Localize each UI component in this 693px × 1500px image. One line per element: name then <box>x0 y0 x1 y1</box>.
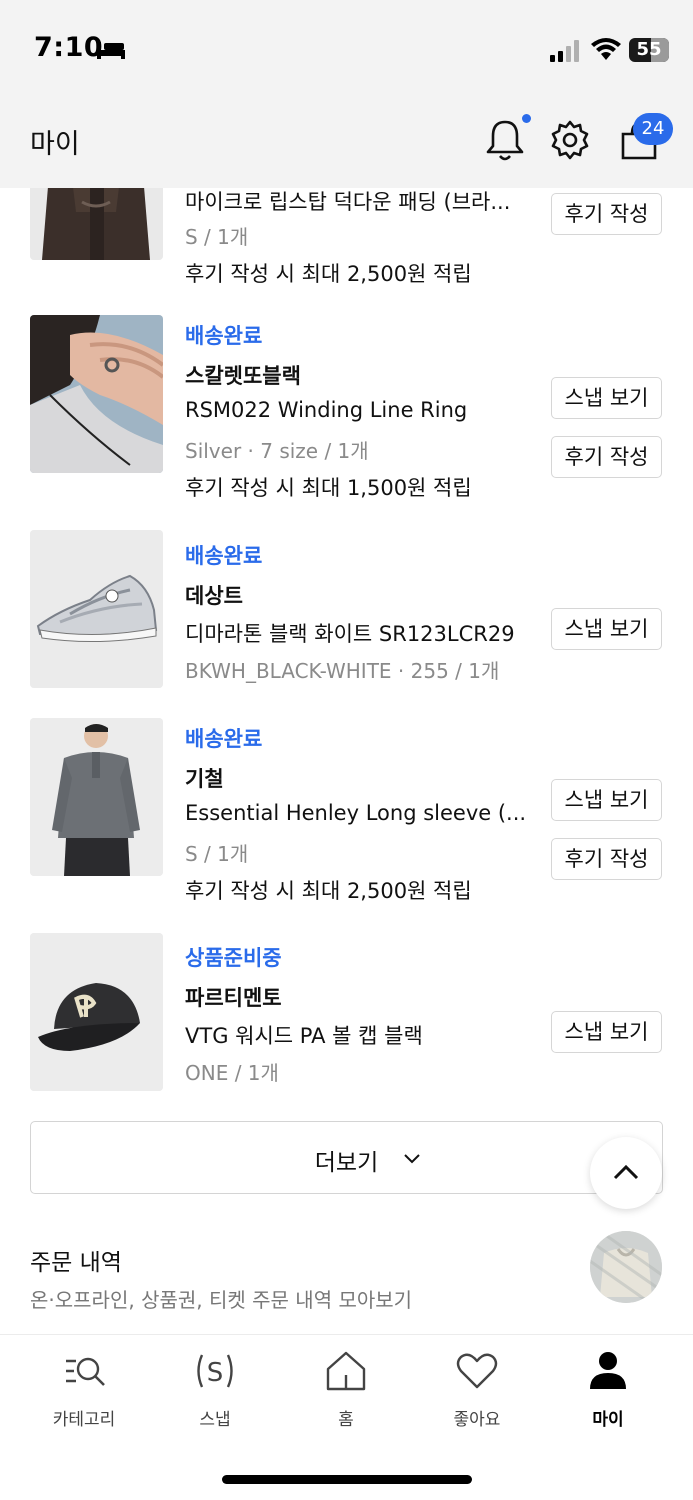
product-thumbnail-ring[interactable] <box>30 315 163 473</box>
product-name[interactable]: Essential Henley Long sleeve (... <box>185 801 535 825</box>
write-review-button[interactable]: 후기 작성 <box>551 436 662 478</box>
tab-label: 홈 <box>338 1410 354 1430</box>
product-option: ONE / 1개 <box>185 1061 279 1085</box>
notification-dot <box>522 114 531 123</box>
product-thumbnail-cap[interactable] <box>30 933 163 1091</box>
tab-label: 마이 <box>592 1410 624 1430</box>
product-thumbnail-sneaker[interactable] <box>30 530 163 688</box>
brand-name[interactable]: 데상트 <box>185 580 243 610</box>
product-option: S / 1개 <box>185 225 249 249</box>
svg-text:S: S <box>207 1358 224 1388</box>
home-icon <box>326 1351 366 1391</box>
order-status: 배송완료 <box>185 324 263 348</box>
status-time: 7:10 <box>34 32 104 63</box>
tab-likes[interactable]: 좋아요 <box>417 1349 537 1430</box>
header: 7:10 55 마이 24 <box>0 0 693 188</box>
brand-name[interactable]: 기철 <box>185 763 224 793</box>
order-status: 배송완료 <box>185 544 263 568</box>
heart-icon <box>456 1353 498 1389</box>
orders-section-subtitle: 온·오프라인, 상품권, 티켓 주문 내역 모아보기 <box>30 1288 413 1312</box>
write-review-button[interactable]: 후기 작성 <box>551 193 662 235</box>
brand-name[interactable]: 파르티멘토 <box>185 982 282 1012</box>
view-snap-button[interactable]: 스냅 보기 <box>551 377 662 419</box>
person-icon <box>590 1352 626 1389</box>
tab-label: 스냅 <box>199 1410 231 1430</box>
review-reward-text: 후기 작성 시 최대 2,500원 적립 <box>185 879 472 903</box>
brand-name[interactable]: 스칼렛또블랙 <box>185 360 301 390</box>
page-title: 마이 <box>30 129 80 160</box>
review-reward-text: 후기 작성 시 최대 1,500원 적립 <box>185 476 472 500</box>
tab-snap[interactable]: S 스냅 <box>155 1349 275 1430</box>
order-status: 상품준비중 <box>185 946 282 970</box>
product-name[interactable]: VTG 워시드 PA 볼 캡 블랙 <box>185 1020 535 1050</box>
sleep-mode-icon <box>97 42 125 59</box>
gear-icon[interactable] <box>549 118 591 162</box>
view-snap-button[interactable]: 스냅 보기 <box>551 1011 662 1053</box>
battery-icon: 55 <box>629 38 669 62</box>
chevron-up-icon <box>613 1164 639 1180</box>
tab-label: 카테고리 <box>52 1410 116 1430</box>
product-option: S / 1개 <box>185 842 249 866</box>
snap-icon: S <box>197 1354 233 1388</box>
tab-home[interactable]: 홈 <box>286 1349 406 1430</box>
product-name[interactable]: 마이크로 립스탑 덕다운 패딩 (브라... <box>185 186 535 216</box>
review-reward-text: 후기 작성 시 최대 2,500원 적립 <box>185 262 472 286</box>
floating-product-avatar[interactable] <box>590 1231 662 1303</box>
tab-label: 좋아요 <box>453 1410 501 1430</box>
category-search-icon <box>66 1357 105 1386</box>
more-button-label: 더보기 <box>314 1150 379 1176</box>
home-indicator <box>222 1475 472 1484</box>
chevron-down-icon <box>404 1154 420 1164</box>
order-status: 배송완료 <box>185 727 263 751</box>
product-option: BKWH_BLACK-WHITE · 255 / 1개 <box>185 659 500 683</box>
wifi-icon <box>591 38 621 60</box>
bell-icon[interactable] <box>484 118 526 162</box>
cellular-signal-icon <box>550 40 579 62</box>
product-name[interactable]: 디마라톤 블랙 화이트 SR123LCR29 <box>185 618 535 648</box>
cart-count-badge: 24 <box>633 113 673 145</box>
view-snap-button[interactable]: 스냅 보기 <box>551 779 662 821</box>
scroll-to-top-button[interactable] <box>590 1137 662 1209</box>
product-name[interactable]: RSM022 Winding Line Ring <box>185 398 535 422</box>
tab-my[interactable]: 마이 <box>548 1349 668 1430</box>
view-snap-button[interactable]: 스냅 보기 <box>551 608 662 650</box>
product-option: Silver · 7 size / 1개 <box>185 439 369 463</box>
tab-category[interactable]: 카테고리 <box>24 1349 144 1430</box>
orders-section-title[interactable]: 주문 내역 <box>30 1243 122 1277</box>
more-button[interactable]: 더보기 <box>30 1121 663 1194</box>
write-review-button[interactable]: 후기 작성 <box>551 838 662 880</box>
product-thumbnail-henley[interactable] <box>30 718 163 876</box>
